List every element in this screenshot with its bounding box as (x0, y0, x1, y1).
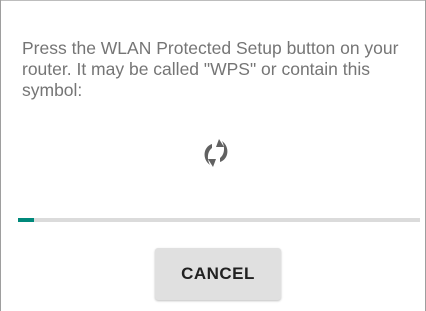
wps-progress-fill (18, 218, 35, 222)
wps-progress-bar (18, 218, 420, 222)
wps-icon-right-arrowhead (216, 139, 224, 147)
cancel-button[interactable]: CANCEL (155, 248, 281, 300)
wps-instruction-text: Press the WLAN Protected Setup button on… (22, 38, 399, 100)
dialog-left-border (0, 0, 1, 311)
wps-icon-left-arrowhead (208, 159, 216, 167)
wps-icon (204, 139, 228, 167)
wps-dialog: Press the WLAN Protected Setup button on… (0, 0, 426, 311)
dialog-top-border (0, 0, 426, 1)
